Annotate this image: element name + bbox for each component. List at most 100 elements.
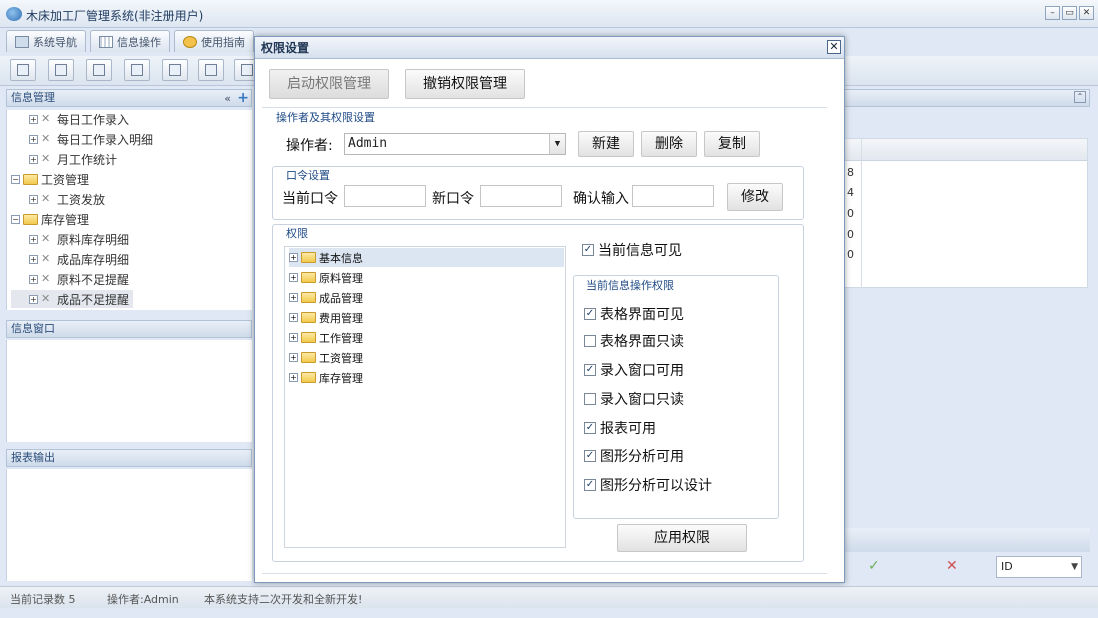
tree-item[interactable]: + ✕ 工资发放: [29, 190, 105, 208]
tab-info-ops[interactable]: 信息操作: [90, 30, 170, 52]
checkbox-label: 报表可用: [600, 421, 656, 437]
ops-checkbox[interactable]: 录入窗口只读: [584, 389, 684, 409]
operator-value: Admin: [348, 136, 388, 151]
tree-item[interactable]: + ✕ 成品库存明细: [29, 250, 129, 268]
tree-item[interactable]: + ✕ 原料库存明细: [29, 230, 129, 248]
expand-icon[interactable]: +: [289, 353, 298, 362]
password-section-title: 口令设置: [284, 167, 332, 183]
expand-icon[interactable]: +: [289, 373, 298, 382]
dialog-close-button[interactable]: ✕: [827, 40, 841, 54]
sort-field-select[interactable]: ID ▼: [996, 556, 1082, 578]
expand-icon[interactable]: +: [29, 194, 38, 204]
document-button[interactable]: [86, 59, 112, 81]
perm-tree-node-selected[interactable]: + 基本信息: [289, 248, 564, 267]
perm-tree-node[interactable]: + 工资管理: [289, 348, 363, 367]
expand-icon[interactable]: +: [289, 253, 298, 262]
tree-item-selected[interactable]: + ✕ 成品不足提醒: [11, 290, 134, 308]
tree-folder[interactable]: − 工资管理: [11, 170, 89, 188]
right-panel-header: ⌃: [842, 89, 1090, 107]
preview-button[interactable]: [162, 59, 188, 81]
tree-item-label: 原料不足提醒: [57, 272, 130, 287]
perm-node-label: 工作管理: [319, 331, 363, 345]
grid-cell[interactable]: 0: [847, 207, 854, 220]
list-button[interactable]: [48, 59, 74, 81]
perm-tree-node[interactable]: + 费用管理: [289, 308, 363, 327]
expand-icon[interactable]: +: [29, 254, 38, 264]
grid-icon: [99, 35, 113, 48]
tab-system-nav[interactable]: 系统导航: [6, 30, 86, 52]
grid-cell[interactable]: 0: [847, 248, 854, 261]
tree-item[interactable]: + ✕ 原料不足提醒: [29, 270, 129, 288]
tab-guide[interactable]: 使用指南: [174, 30, 254, 52]
collapse-icon[interactable]: −: [11, 174, 20, 184]
checkbox-checked-icon: ✓: [584, 450, 596, 462]
app-title: 木床加工厂管理系统(非注册用户): [26, 9, 204, 23]
perm-tree-node[interactable]: + 成品管理: [289, 288, 363, 307]
minimize-button[interactable]: –: [1045, 6, 1060, 20]
operator-select[interactable]: Admin ▼: [344, 133, 566, 155]
ops-checkbox[interactable]: ✓ 表格界面可见: [584, 304, 684, 324]
expand-icon[interactable]: +: [289, 333, 298, 342]
tree-folder[interactable]: − 库存管理: [11, 210, 89, 228]
ops-checkbox[interactable]: ✓ 图形分析可以设计: [584, 475, 712, 495]
tree-item[interactable]: + ✕ 每日工作录入: [29, 110, 129, 128]
grid-footer-tools: ✓ ✕ ID ▼: [842, 556, 1090, 582]
collapse-icon[interactable]: «: [224, 91, 231, 107]
ops-checkbox[interactable]: ✓ 图形分析可用: [584, 446, 684, 466]
folder-icon: [301, 292, 316, 303]
apply-permission-button[interactable]: 应用权限: [617, 524, 747, 552]
folder-icon: [301, 372, 316, 383]
sort-field-value: ID: [1001, 560, 1013, 573]
new-operator-button[interactable]: 新建: [578, 131, 634, 157]
expand-icon[interactable]: +: [289, 313, 298, 322]
collapse-up-icon[interactable]: ⌃: [1074, 91, 1086, 103]
grid-cell[interactable]: 0: [847, 228, 854, 241]
folder-icon: [23, 173, 38, 185]
search-button[interactable]: [10, 59, 36, 81]
new-password-input[interactable]: [480, 185, 562, 207]
help-icon: [183, 35, 197, 48]
delete-operator-button[interactable]: 删除: [641, 131, 697, 157]
divider: [262, 107, 827, 108]
tree-item[interactable]: + ✕ 月工作统计: [29, 150, 117, 168]
ops-checkbox[interactable]: ✓ 报表可用: [584, 418, 656, 438]
grid-cell[interactable]: 4: [847, 186, 854, 199]
tab-label: 信息操作: [117, 35, 161, 49]
export-button[interactable]: [198, 59, 224, 81]
perm-tree-node[interactable]: + 原料管理: [289, 268, 363, 287]
restore-button[interactable]: ▭: [1062, 6, 1077, 20]
copy-operator-button[interactable]: 复制: [704, 131, 760, 157]
panel-title: 报表输出: [11, 451, 55, 464]
ops-checkbox[interactable]: ✓ 录入窗口可用: [584, 360, 684, 380]
expand-icon[interactable]: +: [29, 134, 38, 144]
confirm-password-input[interactable]: [632, 185, 714, 207]
expand-icon[interactable]: +: [29, 234, 38, 244]
user-button[interactable]: [124, 59, 150, 81]
expand-icon[interactable]: +: [29, 154, 38, 164]
current-info-visible-checkbox[interactable]: ✓ 当前信息可见: [582, 240, 682, 260]
tree-item[interactable]: + ✕ 每日工作录入明细: [29, 130, 153, 148]
add-icon[interactable]: +: [237, 90, 249, 106]
ops-checkbox[interactable]: 表格界面只读: [584, 331, 684, 351]
close-button[interactable]: ✕: [1079, 6, 1094, 20]
expand-icon[interactable]: +: [289, 293, 298, 302]
tree-item-label: 月工作统计: [57, 152, 118, 167]
modify-password-button[interactable]: 修改: [727, 183, 783, 211]
current-password-input[interactable]: [344, 185, 426, 207]
perm-tree-node[interactable]: + 工作管理: [289, 328, 363, 347]
collapse-icon[interactable]: −: [11, 214, 20, 224]
expand-icon[interactable]: +: [29, 274, 38, 284]
panel-title: 信息窗口: [11, 322, 55, 335]
perm-tree-node[interactable]: + 库存管理: [289, 368, 363, 387]
expand-icon[interactable]: +: [29, 294, 38, 304]
checkbox-checked-icon: ✓: [584, 422, 596, 434]
folder-icon: [301, 352, 316, 363]
grid-cell[interactable]: 8: [847, 166, 854, 179]
expand-icon[interactable]: +: [29, 114, 38, 124]
ops-section-title: 当前信息操作权限: [584, 277, 676, 293]
expand-icon[interactable]: +: [289, 273, 298, 282]
confirm-icon[interactable]: ✓: [868, 558, 880, 574]
revoke-permission-button[interactable]: 撤销权限管理: [405, 69, 525, 99]
enable-permission-button[interactable]: 启动权限管理: [269, 69, 389, 99]
cancel-icon[interactable]: ✕: [946, 558, 958, 574]
